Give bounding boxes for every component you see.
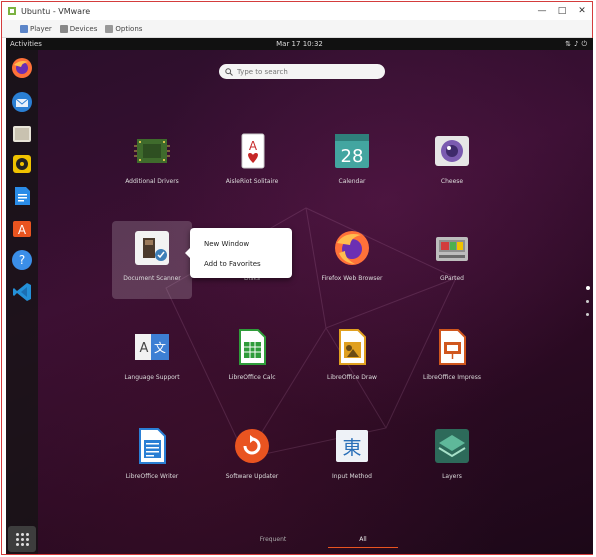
vscode-icon bbox=[13, 283, 31, 301]
chip-icon bbox=[133, 132, 171, 170]
dock-writer[interactable] bbox=[10, 184, 34, 208]
toolbar-player[interactable]: Player bbox=[20, 24, 52, 33]
guest-desktop: Activities Mar 17 10:32 ⇅ ♪ ⏻ A ? Type t… bbox=[6, 38, 593, 554]
svg-text:A: A bbox=[18, 223, 27, 237]
close-icon[interactable]: ✕ bbox=[572, 2, 592, 20]
app-document-scanner[interactable]: Document Scanner bbox=[112, 221, 192, 299]
dock-thunderbird[interactable] bbox=[10, 90, 34, 114]
dock-firefox[interactable] bbox=[10, 56, 34, 80]
language-icon: A文 bbox=[133, 328, 171, 366]
options-icon bbox=[105, 24, 114, 33]
grid-icon bbox=[15, 532, 29, 546]
app-aisleriot-solitaire[interactable]: A AisleRiot Solitaire bbox=[212, 124, 292, 202]
cheese-icon bbox=[433, 132, 471, 170]
cards-icon: A bbox=[233, 132, 271, 170]
vmware-icon bbox=[7, 6, 17, 16]
host-toolbar: Player Devices Options bbox=[2, 20, 592, 38]
dock-vscode[interactable] bbox=[10, 280, 34, 304]
app-language-support[interactable]: A文 Language Support bbox=[112, 320, 192, 398]
draw-icon bbox=[333, 328, 371, 366]
toolbar-options[interactable]: Options bbox=[105, 24, 142, 33]
tab-all[interactable]: All bbox=[328, 534, 398, 548]
volume-icon: ♪ bbox=[573, 39, 579, 48]
page-dot-1[interactable] bbox=[586, 286, 590, 290]
app-calendar[interactable]: 28 Calendar bbox=[312, 124, 392, 202]
host-window-controls: — □ ✕ bbox=[532, 2, 592, 20]
calc-icon bbox=[233, 328, 271, 366]
app-libreoffice-impress[interactable]: LibreOffice Impress bbox=[412, 320, 492, 398]
host-titlebar[interactable]: Ubuntu - VMware — □ ✕ bbox=[2, 2, 592, 20]
app-software-updater[interactable]: Software Updater bbox=[212, 419, 292, 497]
app-view-tabs: Frequent All bbox=[238, 534, 398, 548]
thunderbird-icon bbox=[12, 92, 32, 112]
status-area[interactable]: ⇅ ♪ ⏻ bbox=[565, 40, 587, 49]
search-input[interactable] bbox=[237, 67, 367, 76]
dock-rhythmbox[interactable] bbox=[10, 152, 34, 176]
show-applications-button[interactable] bbox=[8, 526, 36, 552]
updater-icon bbox=[233, 427, 271, 465]
maximize-icon[interactable]: □ bbox=[552, 2, 572, 20]
app-additional-drivers[interactable]: Additional Drivers bbox=[112, 124, 192, 202]
host-window-title: Ubuntu - VMware bbox=[21, 6, 91, 16]
page-dot-3[interactable] bbox=[586, 313, 589, 316]
app-context-menu: New Window Add to Favorites bbox=[185, 228, 292, 278]
activities-button[interactable]: Activities bbox=[10, 40, 42, 48]
search-icon bbox=[225, 67, 233, 76]
dock: A ? bbox=[6, 50, 38, 554]
app-libreoffice-draw[interactable]: LibreOffice Draw bbox=[312, 320, 392, 398]
clock[interactable]: Mar 17 10:32 bbox=[276, 40, 323, 48]
app-cheese[interactable]: Cheese bbox=[412, 124, 492, 202]
calendar-icon: 28 bbox=[333, 132, 371, 170]
app-gparted[interactable]: GParted bbox=[412, 221, 492, 299]
dock-help[interactable]: ? bbox=[10, 248, 34, 272]
writer-icon bbox=[133, 427, 171, 465]
network-icon: ⇅ bbox=[565, 39, 571, 48]
software-icon: A bbox=[13, 221, 31, 237]
impress-icon bbox=[433, 328, 471, 366]
menu-item-new-window[interactable]: New Window bbox=[204, 240, 249, 248]
writer-icon bbox=[15, 187, 30, 205]
svg-text:?: ? bbox=[19, 253, 25, 267]
app-libreoffice-writer[interactable]: LibreOffice Writer bbox=[112, 419, 192, 497]
svg-text:東: 東 bbox=[342, 437, 361, 459]
gnome-top-bar: Activities Mar 17 10:32 ⇅ ♪ ⏻ bbox=[6, 38, 593, 50]
files-icon bbox=[13, 126, 31, 142]
app-firefox-web-browser[interactable]: Firefox Web Browser bbox=[312, 221, 392, 299]
page-dot-2[interactable] bbox=[586, 300, 589, 303]
dock-files[interactable] bbox=[10, 122, 34, 146]
power-icon: ⏻ bbox=[581, 39, 587, 48]
app-layers[interactable]: Layers bbox=[412, 419, 492, 497]
svg-text:A: A bbox=[140, 341, 149, 356]
help-icon: ? bbox=[12, 250, 32, 270]
input-method-icon: 東 bbox=[333, 427, 371, 465]
menu-pointer bbox=[185, 248, 190, 258]
search-box[interactable] bbox=[219, 64, 385, 79]
svg-text:文: 文 bbox=[154, 340, 166, 355]
svg-text:28: 28 bbox=[341, 146, 364, 167]
devices-icon bbox=[59, 24, 68, 33]
layers-icon bbox=[433, 427, 471, 465]
app-input-method[interactable]: 東 Input Method bbox=[312, 419, 392, 497]
dock-software[interactable]: A bbox=[10, 216, 34, 240]
svg-text:A: A bbox=[249, 139, 258, 153]
minimize-icon[interactable]: — bbox=[532, 2, 552, 20]
rhythmbox-icon bbox=[13, 155, 31, 173]
app-libreoffice-calc[interactable]: LibreOffice Calc bbox=[212, 320, 292, 398]
toolbar-devices[interactable]: Devices bbox=[59, 24, 97, 33]
firefox-icon bbox=[333, 229, 371, 267]
player-icon bbox=[20, 24, 28, 33]
gparted-icon bbox=[433, 229, 471, 267]
page-indicator[interactable] bbox=[586, 286, 590, 326]
tab-frequent[interactable]: Frequent bbox=[238, 534, 308, 548]
scanner-icon bbox=[133, 229, 171, 267]
firefox-icon bbox=[12, 58, 32, 78]
menu-item-add-to-favorites[interactable]: Add to Favorites bbox=[204, 260, 261, 268]
